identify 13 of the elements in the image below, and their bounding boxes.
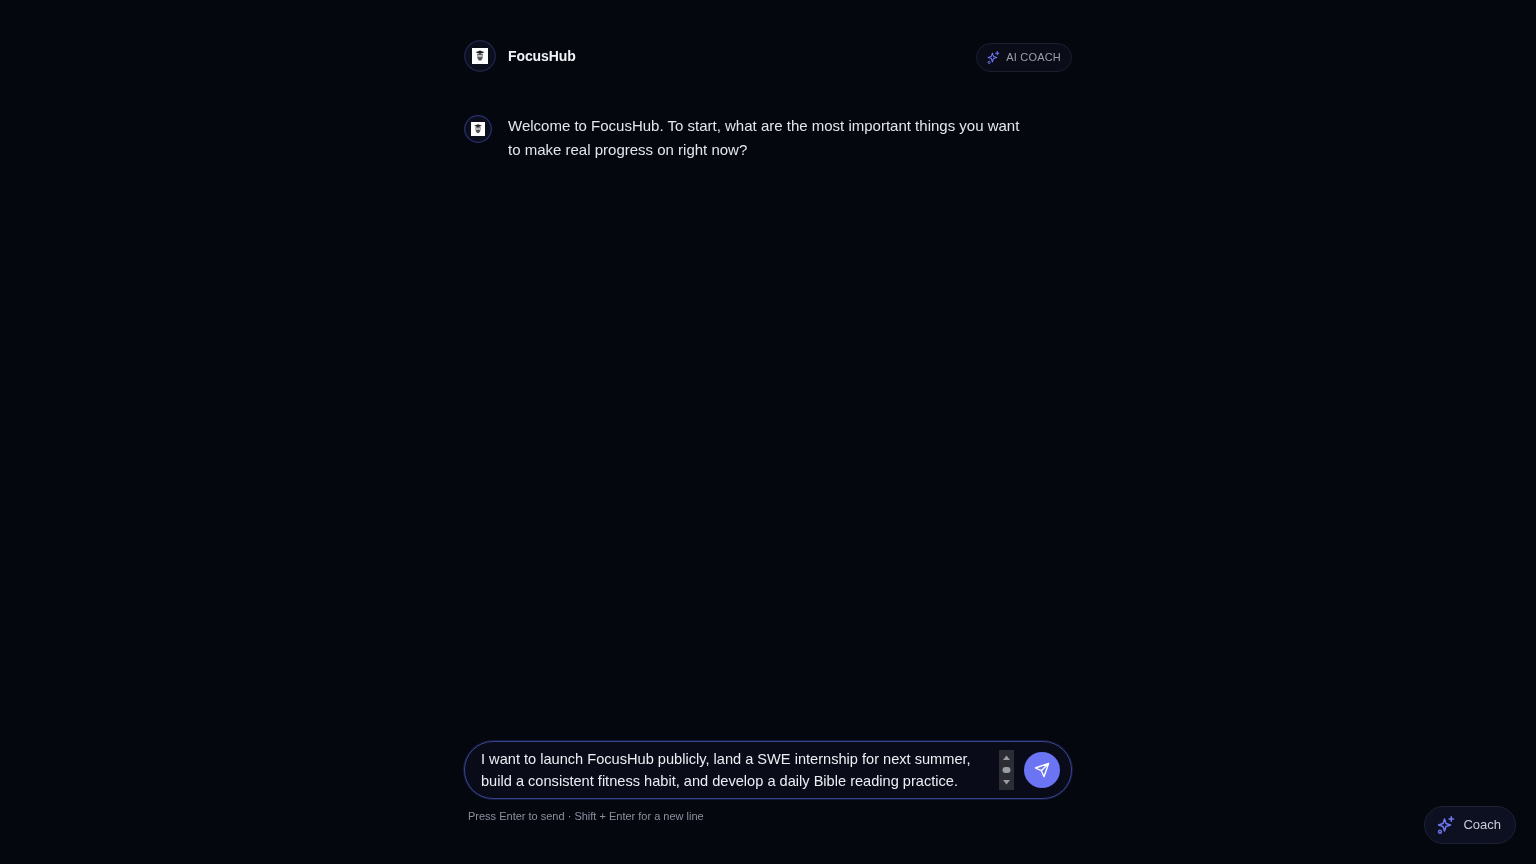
coach-button[interactable]: Coach bbox=[1424, 806, 1516, 844]
mascot-logo-icon bbox=[464, 40, 496, 72]
sparkle-icon bbox=[987, 50, 1001, 64]
ai-coach-badge: AI COACH bbox=[976, 43, 1072, 72]
sparkle-icon bbox=[1437, 816, 1456, 834]
message-input-field[interactable]: I want to launch FocusHub publicly, land a SWE internship for next summer, build a consistent fitness habit, and develop a daily Bible reading practice. bbox=[464, 740, 1072, 799]
send-button[interactable] bbox=[1024, 751, 1060, 788]
scrollbar[interactable] bbox=[999, 749, 1014, 790]
mascot-avatar-icon bbox=[464, 115, 492, 143]
paper-plane-icon bbox=[1034, 761, 1050, 778]
assistant-message: Welcome to FocusHub. To start, what are the most important things you want to make real progress on right now? bbox=[508, 116, 1021, 160]
input-hint: Press Enter to send · Shift + Enter for a new line bbox=[468, 808, 705, 824]
app-name: FocusHub bbox=[508, 46, 576, 66]
